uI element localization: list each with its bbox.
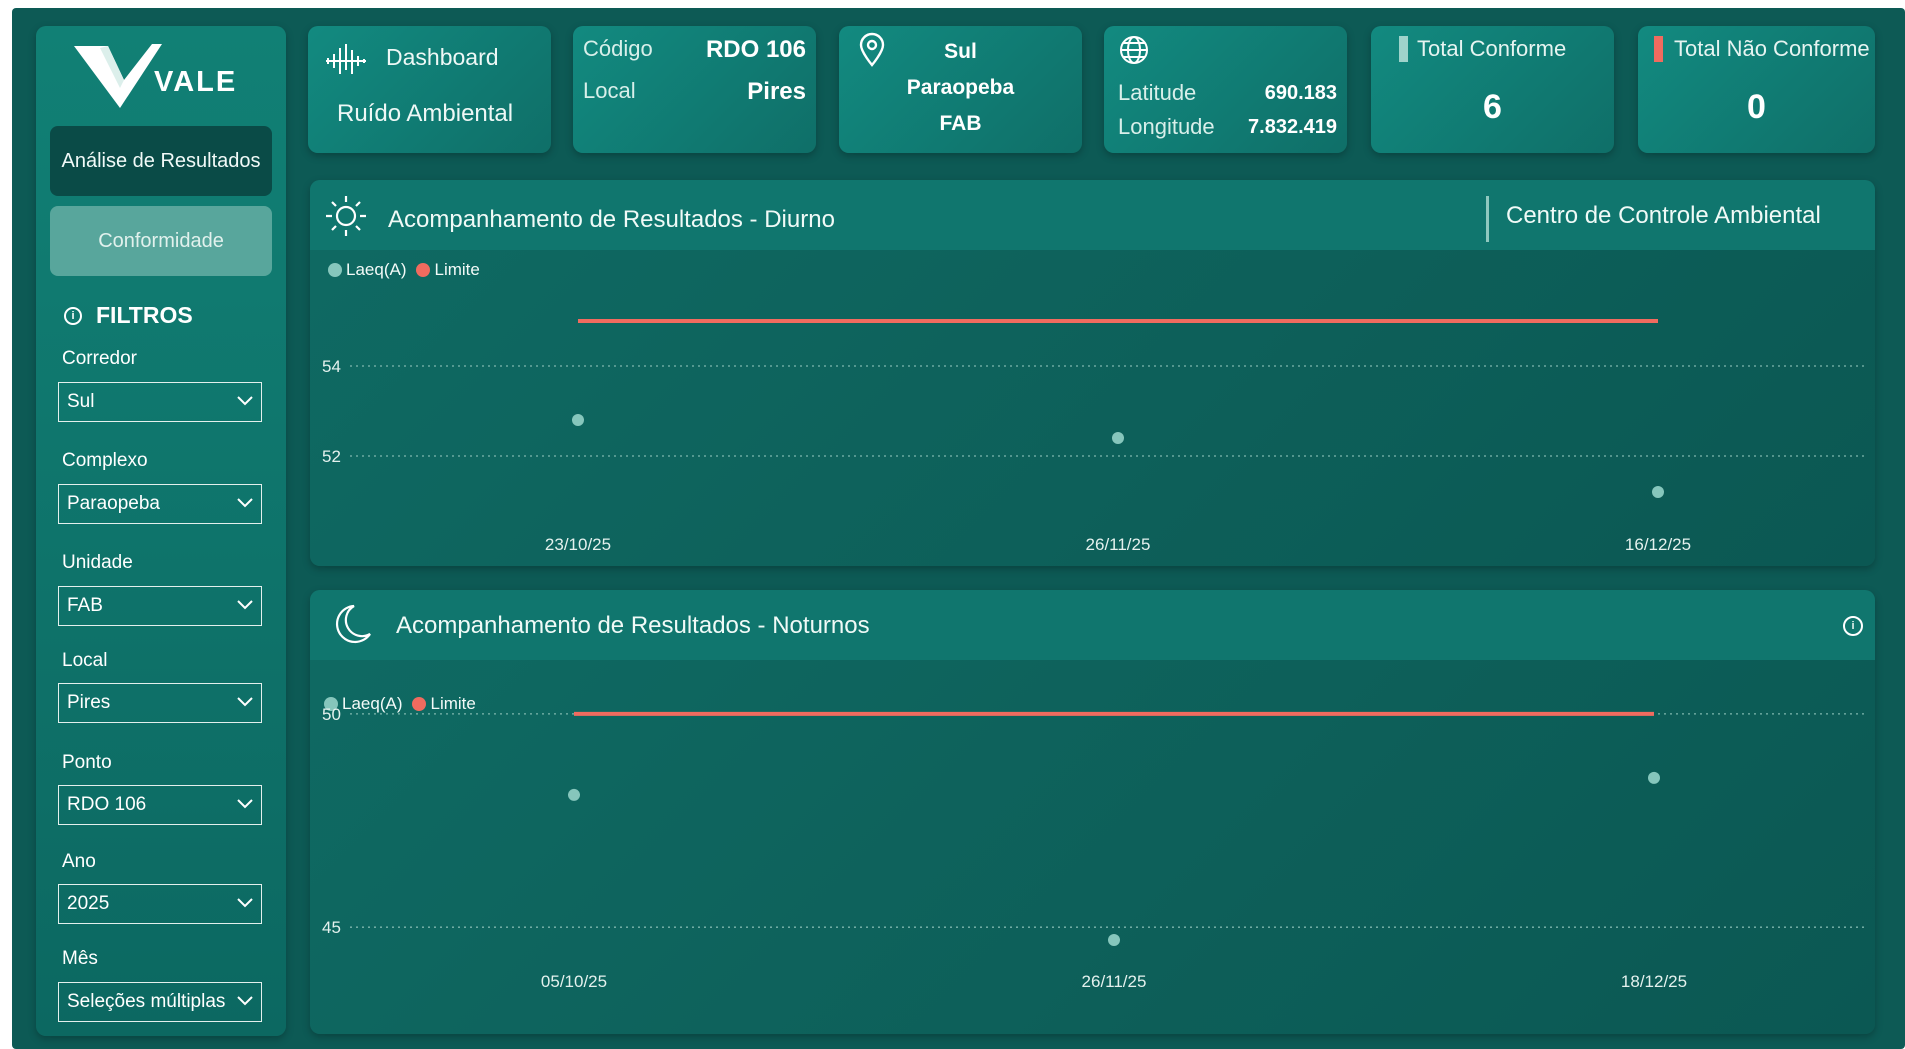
filter-label-ponto: Ponto (62, 752, 112, 773)
chevron-down-icon (237, 600, 253, 610)
filter-value-local: Pires (67, 692, 111, 713)
chevron-down-icon (237, 898, 253, 908)
laeq-data-point (1108, 934, 1120, 946)
codigo-value: RDO 106 (705, 36, 806, 63)
laeq-data-point (572, 414, 584, 426)
chevron-down-icon (237, 996, 253, 1006)
total-nao-conforme-label: Total Não Conforme (1674, 36, 1870, 61)
card-codigo: Código RDO 106 Local Pires (573, 26, 816, 153)
sidebar: VALE Análise de Resultados Conformidade … (36, 26, 286, 1036)
card-coordinates: Latitude 690.183 Longitude 7.832.419 (1104, 26, 1347, 153)
filter-label-unidade: Unidade (62, 552, 133, 573)
x-tick-label: 18/12/25 (1621, 972, 1687, 991)
filter-label-local: Local (62, 650, 108, 671)
brand-name: VALE (154, 66, 238, 98)
filter-select-local[interactable]: Pires (58, 683, 262, 723)
latitude-value: 690.183 (1264, 82, 1337, 104)
y-tick-label: 50 (322, 705, 341, 724)
y-tick-label: 52 (322, 447, 341, 466)
nao-conforme-marker (1654, 36, 1663, 62)
filter-label-ano: Ano (62, 851, 96, 872)
filter-select-complexo[interactable]: Paraopeba (58, 484, 262, 524)
filter-select-unidade[interactable]: FAB (58, 586, 262, 626)
total-conforme-value: 6 (1483, 88, 1502, 126)
chevron-down-icon (237, 799, 253, 809)
filter-select-ano[interactable]: 2025 (58, 884, 262, 924)
x-tick-label: 16/12/25 (1625, 535, 1691, 554)
laeq-data-point (1112, 432, 1124, 444)
latitude-label: Latitude (1118, 80, 1197, 105)
longitude-value: 7.832.419 (1248, 116, 1337, 138)
chart-diurno: 52 54 23/10/25 26/11/25 16/12/25 (322, 319, 1868, 554)
globe-icon (1120, 36, 1148, 64)
filter-value-mes: Seleções múltiplas (67, 991, 226, 1012)
local-value: Pires (747, 78, 806, 105)
panel-diurno: Acompanhamento de Resultados - Diurno Ce… (310, 180, 1875, 566)
location-complexo: Paraopeba (906, 76, 1015, 99)
local-label: Local (583, 78, 636, 103)
x-tick-label: 05/10/25 (541, 972, 607, 991)
dashboard-subtitle: Ruído Ambiental (337, 100, 514, 127)
card-dashboard: Dashboard Ruído Ambiental (308, 26, 551, 153)
location-corredor: Sul (944, 40, 977, 63)
chevron-down-icon (237, 498, 253, 508)
filter-label-corredor: Corredor (62, 348, 137, 369)
filter-select-ponto[interactable]: RDO 106 (58, 785, 262, 825)
x-tick-label: 26/11/25 (1082, 972, 1147, 991)
filters-heading: i FILTROS (64, 302, 193, 329)
x-tick-label: 26/11/25 (1086, 535, 1151, 554)
card-total-nao-conforme: Total Não Conforme 0 (1638, 26, 1875, 153)
x-tick-label: 23/10/25 (545, 535, 611, 554)
chevron-down-icon (237, 396, 253, 406)
conforme-marker (1399, 36, 1408, 62)
y-tick-label: 45 (322, 918, 341, 937)
panel-noturno: Acompanhamento de Resultados - Noturnos … (310, 590, 1875, 1034)
chevron-down-icon (237, 697, 253, 707)
nav-conformidade[interactable]: Conformidade (50, 206, 272, 276)
sound-wave-icon (326, 44, 366, 74)
filter-select-mes[interactable]: Seleções múltiplas (58, 982, 262, 1022)
dashboard-title: Dashboard (386, 44, 499, 70)
filter-select-corredor[interactable]: Sul (58, 382, 262, 422)
filter-value-ano: 2025 (67, 893, 110, 914)
location-unidade: FAB (939, 112, 982, 135)
filter-value-ponto: RDO 106 (67, 794, 147, 815)
filters-title: FILTROS (96, 302, 193, 328)
filter-value-corredor: Sul (67, 391, 95, 412)
card-total-conforme: Total Conforme 6 (1371, 26, 1614, 153)
filter-label-mes: Mês (62, 948, 98, 969)
filter-label-complexo: Complexo (62, 450, 148, 471)
total-conforme-label: Total Conforme (1417, 36, 1567, 61)
chart-noturno: 45 50 05/10/25 26/11/25 18/12/25 (322, 705, 1868, 991)
y-tick-label: 54 (322, 357, 341, 376)
filter-value-unidade: FAB (67, 595, 103, 616)
info-icon: i (64, 306, 82, 325)
laeq-data-point (1648, 771, 1660, 784)
filter-value-complexo: Paraopeba (67, 493, 160, 514)
laeq-data-point (568, 788, 580, 801)
nav-analise-resultados[interactable]: Análise de Resultados (50, 126, 272, 196)
laeq-data-point (1652, 486, 1664, 498)
codigo-label: Código (583, 36, 653, 61)
card-location: Sul Paraopeba FAB (839, 26, 1082, 153)
total-nao-conforme-value: 0 (1747, 88, 1766, 126)
longitude-label: Longitude (1118, 114, 1215, 139)
